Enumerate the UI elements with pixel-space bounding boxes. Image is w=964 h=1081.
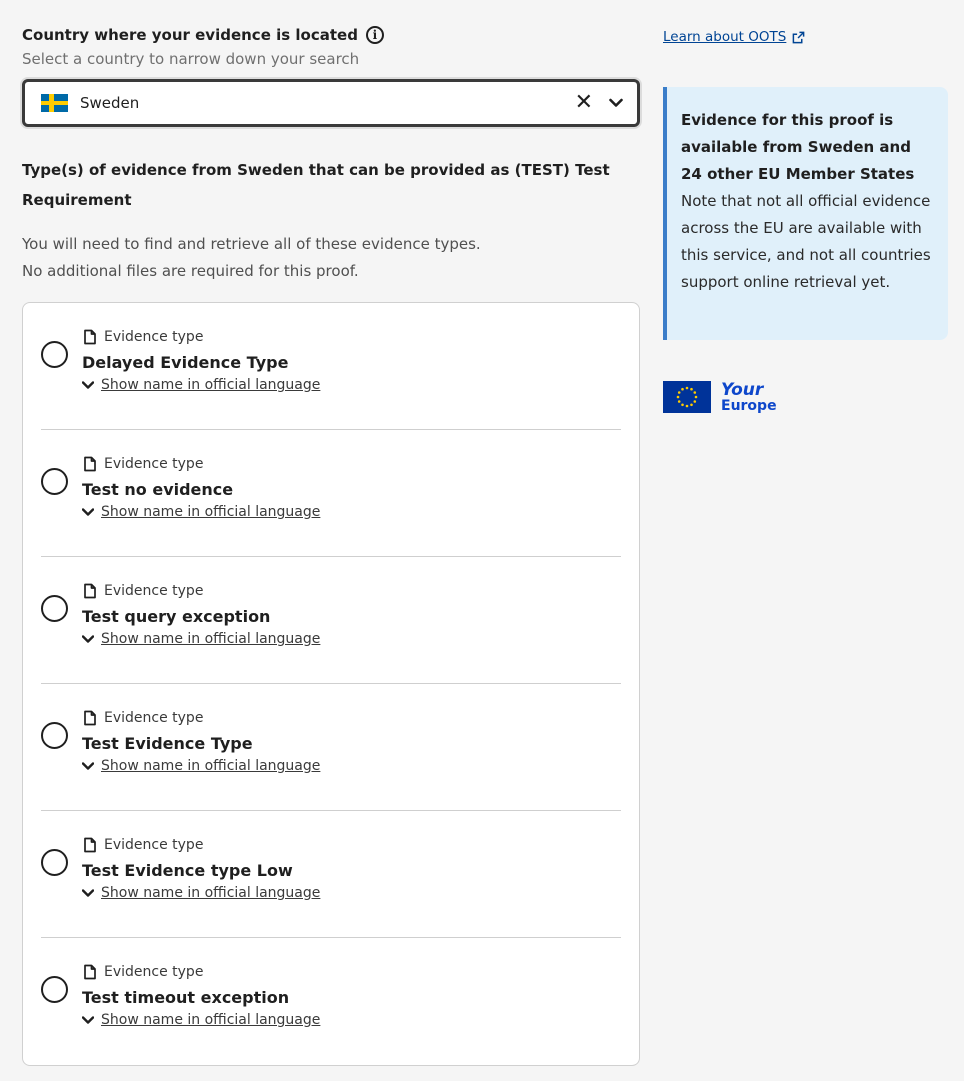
- evidence-type-label: Evidence type: [104, 964, 204, 980]
- evidence-item[interactable]: Evidence type Test no evidence Show name…: [41, 430, 621, 557]
- evidence-name: Test Evidence Type: [82, 734, 253, 753]
- info-sidebar: Learn about OOTS Evidence for this proof…: [663, 24, 948, 417]
- country-select-value: Sweden: [80, 94, 140, 112]
- external-link-icon: [792, 31, 805, 43]
- evidence-name: Test query exception: [82, 607, 271, 626]
- document-icon: [84, 964, 96, 980]
- evidence-item[interactable]: Evidence type Test Evidence Type Show na…: [41, 684, 621, 811]
- logo-europe-text: Europe: [721, 397, 777, 414]
- eu-flag-icon: [663, 381, 711, 413]
- description-line: You will need to find and retrieve all o…: [22, 235, 481, 253]
- chevron-down-icon: [82, 1016, 94, 1024]
- document-icon: [84, 329, 96, 345]
- sweden-flag-icon: [41, 94, 68, 112]
- document-icon: [84, 583, 96, 599]
- radio-button[interactable]: [41, 722, 68, 749]
- info-icon[interactable]: i: [365, 26, 384, 44]
- availability-note: Note that not all official evidence acro…: [681, 192, 931, 291]
- chevron-down-icon: [82, 762, 94, 770]
- official-language-toggle[interactable]: Show name in official language: [82, 504, 320, 520]
- show-official-name-link[interactable]: Show name in official language: [101, 1012, 320, 1028]
- chevron-down-icon[interactable]: [607, 94, 625, 112]
- chevron-down-icon: [82, 381, 94, 389]
- evidence-name: Delayed Evidence Type: [82, 353, 289, 372]
- radio-button[interactable]: [41, 468, 68, 495]
- official-language-toggle[interactable]: Show name in official language: [82, 1012, 320, 1028]
- evidence-section-title: Type(s) of evidence from Sweden that can…: [22, 161, 610, 209]
- evidence-type-label: Evidence type: [104, 456, 204, 472]
- official-language-toggle[interactable]: Show name in official language: [82, 377, 320, 393]
- logo-your-text: Your: [721, 379, 764, 400]
- official-language-toggle[interactable]: Show name in official language: [82, 631, 320, 647]
- radio-button[interactable]: [41, 976, 68, 1003]
- evidence-name: Test Evidence type Low: [82, 861, 293, 880]
- radio-button[interactable]: [41, 341, 68, 368]
- learn-about-oots-link[interactable]: Learn about OOTS: [663, 29, 786, 45]
- evidence-type-list: Evidence type Delayed Evidence Type Show…: [22, 302, 640, 1066]
- document-icon: [84, 837, 96, 853]
- show-official-name-link[interactable]: Show name in official language: [101, 885, 320, 901]
- evidence-name: Test no evidence: [82, 480, 234, 499]
- evidence-type-label: Evidence type: [104, 837, 204, 853]
- country-select[interactable]: Sweden ✕: [22, 79, 640, 127]
- official-language-toggle[interactable]: Show name in official language: [82, 885, 320, 901]
- show-official-name-link[interactable]: Show name in official language: [101, 758, 320, 774]
- evidence-item[interactable]: Evidence type Test timeout exception Sho…: [41, 938, 621, 1065]
- chevron-down-icon: [82, 508, 94, 516]
- evidence-type-label: Evidence type: [104, 710, 204, 726]
- official-language-toggle[interactable]: Show name in official language: [82, 758, 320, 774]
- chevron-down-icon: [82, 889, 94, 897]
- evidence-item[interactable]: Evidence type Delayed Evidence Type Show…: [41, 303, 621, 430]
- evidence-item[interactable]: Evidence type Test query exception Show …: [41, 557, 621, 684]
- show-official-name-link[interactable]: Show name in official language: [101, 504, 320, 520]
- radio-button[interactable]: [41, 849, 68, 876]
- country-label: Country where your evidence is located: [22, 26, 358, 44]
- evidence-type-label: Evidence type: [104, 583, 204, 599]
- document-icon: [84, 456, 96, 472]
- country-label-row: Country where your evidence is located i: [22, 24, 640, 46]
- description-line: No additional files are required for thi…: [22, 262, 359, 280]
- your-europe-logo: Your Europe: [663, 377, 948, 417]
- availability-heading: Evidence for this proof is available fro…: [681, 111, 915, 183]
- evidence-item[interactable]: Evidence type Test Evidence type Low Sho…: [41, 811, 621, 938]
- document-icon: [84, 710, 96, 726]
- evidence-selection-column: Country where your evidence is located i…: [22, 24, 640, 1066]
- evidence-availability-notice: Evidence for this proof is available fro…: [663, 87, 948, 340]
- country-hint: Select a country to narrow down your sea…: [22, 50, 360, 68]
- learn-about-oots-row[interactable]: Learn about OOTS: [663, 24, 948, 50]
- show-official-name-link[interactable]: Show name in official language: [101, 377, 320, 393]
- close-icon[interactable]: ✕: [575, 92, 593, 114]
- radio-button[interactable]: [41, 595, 68, 622]
- show-official-name-link[interactable]: Show name in official language: [101, 631, 320, 647]
- evidence-type-label: Evidence type: [104, 329, 204, 345]
- chevron-down-icon: [82, 635, 94, 643]
- evidence-name: Test timeout exception: [82, 988, 290, 1007]
- evidence-section-description: You will need to find and retrieve all o…: [22, 231, 640, 285]
